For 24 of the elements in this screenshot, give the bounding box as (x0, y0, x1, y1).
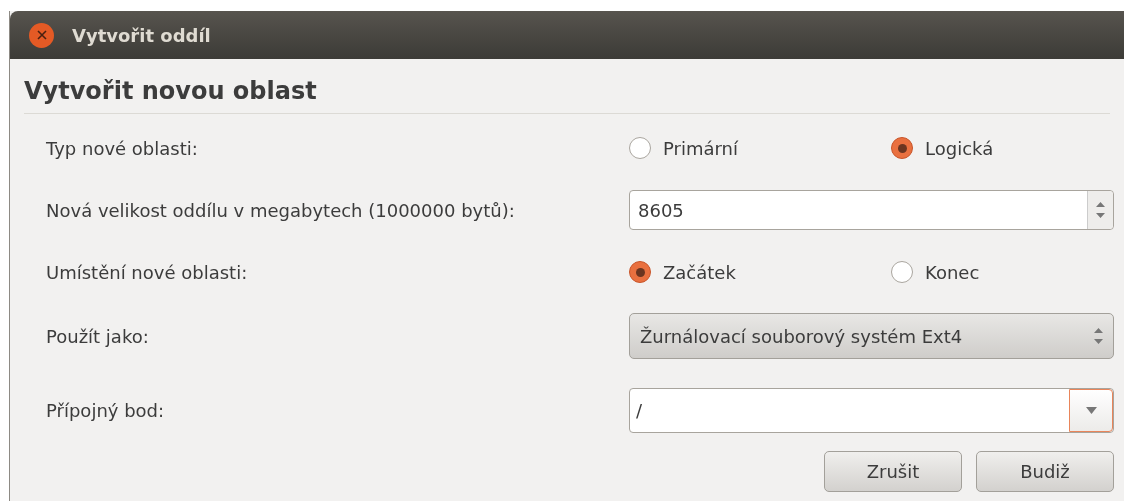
field-label: Typ nové oblasti: (46, 136, 199, 161)
radio-button[interactable] (629, 137, 651, 159)
cancel-button[interactable]: Zrušit (824, 451, 962, 492)
filesystem-dropdown[interactable]: Žurnálovací souborový systém Ext4 (629, 313, 1114, 359)
radio-button[interactable] (629, 261, 651, 283)
close-button[interactable] (29, 22, 54, 48)
close-icon (36, 30, 47, 40)
field-label: Nová velikost oddílu v megabytech (1000000 bytů): (46, 198, 516, 223)
field-label: Přípojný bod: (46, 398, 166, 423)
radio-button[interactable] (891, 261, 913, 283)
window-title: Vytvořit oddíl (72, 23, 211, 48)
radio-button[interactable] (891, 137, 913, 159)
spin-arrows-icon (1094, 326, 1103, 346)
radio-option[interactable]: Začátek (629, 258, 891, 286)
field-label: Umístění nové oblasti: (46, 260, 249, 285)
radio-option[interactable]: Primární (629, 134, 891, 162)
caret-icon (1085, 406, 1097, 414)
ok-button[interactable]: Budiž (976, 451, 1114, 492)
field-label: Použít jako: (46, 324, 150, 349)
section-heading: Vytvořit novou oblast (24, 75, 1110, 114)
spin-arrows-icon[interactable] (1087, 191, 1113, 229)
radio-option[interactable]: Konec (891, 258, 1124, 286)
radio-option[interactable]: Logická (891, 134, 1124, 162)
dropdown-button[interactable] (1069, 388, 1113, 432)
